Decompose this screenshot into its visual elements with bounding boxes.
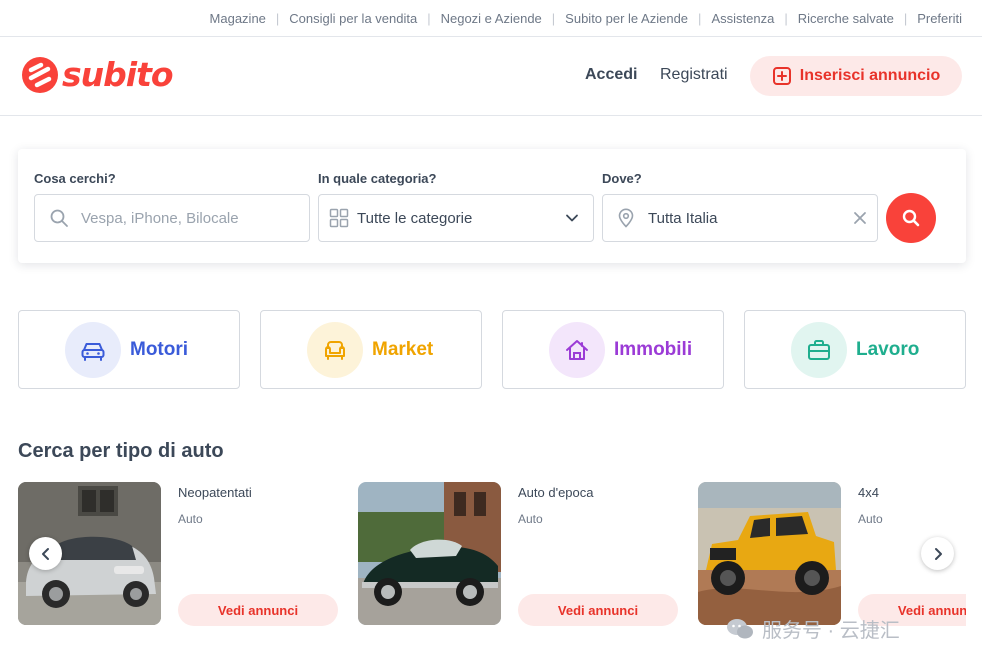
- briefcase-icon: [791, 322, 847, 378]
- chevron-right-icon: [934, 547, 942, 560]
- top-utility-bar: Magazine | Consigli per la vendita | Neg…: [0, 0, 982, 37]
- category-label-motori: Motori: [130, 339, 189, 360]
- topnav-negozi-aziende[interactable]: Negozi e Aziende: [441, 11, 542, 26]
- topnav-separator: |: [784, 10, 788, 26]
- house-icon: [549, 322, 605, 378]
- topnav-consigli-vendita[interactable]: Consigli per la vendita: [289, 11, 417, 26]
- car-type-image: [698, 482, 841, 625]
- chevron-left-icon: [41, 547, 49, 560]
- subito-logo[interactable]: subito: [22, 55, 174, 94]
- car-type-title: Auto d'epoca: [518, 485, 594, 500]
- carousel-prev-button[interactable]: [29, 537, 62, 570]
- watermark: 服务号 · 云捷汇: [726, 614, 900, 643]
- subito-logo-icon: [22, 57, 58, 93]
- where-label: Dove?: [602, 171, 642, 186]
- category-label-immobili: Immobili: [614, 339, 693, 360]
- what-search-input[interactable]: Vespa, iPhone, Bilocale: [34, 194, 310, 242]
- search-icon: [50, 209, 68, 227]
- where-value: Tutta Italia: [648, 209, 718, 227]
- topnav-subito-aziende[interactable]: Subito per le Aziende: [565, 11, 688, 26]
- clear-icon[interactable]: [853, 211, 867, 225]
- category-tile-immobili[interactable]: Immobili: [502, 310, 724, 389]
- view-listings-button[interactable]: Vedi annunci: [178, 594, 338, 626]
- car-type-card-auto-epoca[interactable]: Auto d'epoca Auto Vedi annunci: [358, 482, 678, 627]
- topnav-assistenza[interactable]: Assistenza: [711, 11, 774, 26]
- carousel-next-button[interactable]: [921, 537, 954, 570]
- topnav-preferiti[interactable]: Preferiti: [917, 11, 962, 26]
- where-input[interactable]: Tutta Italia: [602, 194, 878, 242]
- category-value: Tutte le categorie: [357, 209, 473, 227]
- main-header: subito Accedi Registrati Inserisci annun…: [0, 38, 982, 116]
- category-label: In quale categoria?: [318, 171, 437, 186]
- view-listings-button[interactable]: Vedi annunci: [518, 594, 678, 626]
- category-select[interactable]: Tutte le categorie: [318, 194, 594, 242]
- plus-square-icon: [772, 67, 791, 85]
- car-type-card-neopatentati[interactable]: Neopatentati Auto Vedi annunci: [18, 482, 338, 627]
- watermark-text: 服务号 · 云捷汇: [762, 620, 900, 642]
- car-icon: [65, 322, 121, 378]
- topnav-separator: |: [903, 10, 908, 26]
- what-label: Cosa cerchi?: [34, 171, 116, 186]
- category-tile-market[interactable]: Market: [260, 310, 482, 389]
- topnav-separator: |: [427, 10, 431, 26]
- search-button[interactable]: [886, 193, 936, 243]
- topnav-separator: |: [698, 10, 702, 26]
- topnav-separator: |: [551, 10, 556, 26]
- armchair-icon: [307, 322, 363, 378]
- location-pin-icon: [618, 208, 634, 228]
- topnav-separator: |: [275, 10, 280, 26]
- login-link[interactable]: Accedi: [585, 66, 637, 84]
- category-tile-lavoro[interactable]: Lavoro: [744, 310, 966, 389]
- category-label-lavoro: Lavoro: [856, 339, 920, 360]
- section-title: Cerca per tipo di auto: [18, 440, 224, 462]
- topnav-ricerche-salvate[interactable]: Ricerche salvate: [798, 11, 894, 26]
- category-tile-motori[interactable]: Motori: [18, 310, 240, 389]
- logo-text: subito: [62, 55, 174, 94]
- search-panel: Cosa cerchi? Vespa, iPhone, Bilocale In …: [18, 149, 966, 263]
- post-ad-button[interactable]: Inserisci annuncio: [750, 56, 962, 96]
- what-search-placeholder: Vespa, iPhone, Bilocale: [81, 209, 239, 227]
- chat-bubbles-icon: [727, 618, 753, 638]
- search-icon: [902, 209, 920, 227]
- grid-icon: [329, 208, 349, 228]
- car-type-subtitle: Auto: [858, 512, 883, 526]
- post-ad-label: Inserisci annuncio: [799, 67, 941, 84]
- car-type-subtitle: Auto: [178, 512, 203, 526]
- category-label-market: Market: [372, 339, 434, 360]
- chevron-down-icon: [566, 214, 578, 222]
- car-type-subtitle: Auto: [518, 512, 543, 526]
- car-type-title: Neopatentati: [178, 485, 252, 500]
- car-type-image: [358, 482, 501, 625]
- register-link[interactable]: Registrati: [660, 66, 728, 84]
- topnav-magazine[interactable]: Magazine: [210, 11, 266, 26]
- car-type-title: 4x4: [858, 485, 879, 500]
